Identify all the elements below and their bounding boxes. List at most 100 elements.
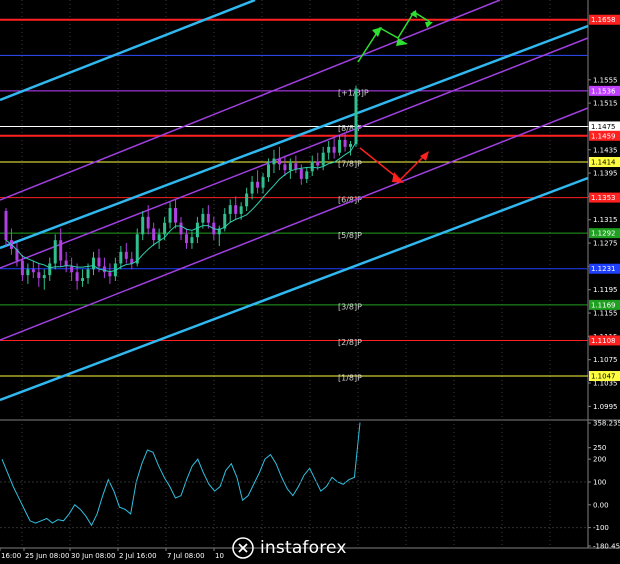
- candle-body: [157, 234, 161, 241]
- candle-body: [184, 234, 188, 244]
- price-box-label: 1.1231: [591, 265, 616, 273]
- candle-body: [283, 164, 287, 171]
- candle-body: [31, 269, 35, 273]
- murrey-level-label: [5/8]P: [338, 231, 362, 240]
- murrey-level-label: [7/8]P: [338, 160, 362, 169]
- watermark-text: instaforex: [260, 538, 347, 558]
- price-scale-label: 1.1075: [593, 356, 618, 364]
- price-scale-label: 1.0995: [593, 403, 618, 411]
- indicator-scale-label: -100: [593, 524, 609, 532]
- candle-body: [206, 213, 210, 223]
- candle-body: [288, 163, 292, 171]
- indicator-scale-label: 0.00: [593, 501, 609, 509]
- date-label: 25 Jun 08:00: [25, 552, 69, 560]
- candle-body: [86, 269, 90, 279]
- price-box-label: 1.1475: [591, 123, 616, 131]
- candle-body: [53, 240, 57, 264]
- candle-body: [201, 213, 205, 223]
- indicator-scale-label: -180.4529: [593, 543, 620, 551]
- murrey-level-label: [+1/8]P: [338, 89, 369, 98]
- candle-body: [338, 139, 342, 153]
- candle-body: [343, 139, 347, 147]
- price-box-label: 1.1047: [591, 373, 616, 381]
- murrey-level-label: [6/8]P: [338, 195, 362, 204]
- candle-body: [267, 164, 270, 178]
- candle-body: [81, 278, 85, 281]
- candle-body: [190, 237, 194, 244]
- price-scale-label: 1.1395: [593, 170, 618, 178]
- date-label: 10: [215, 552, 224, 560]
- date-label: 30 Jun 08:00: [71, 552, 115, 560]
- candle-body: [108, 272, 112, 277]
- indicator-scale-label: 200: [593, 456, 606, 464]
- candle-body: [42, 275, 46, 279]
- candle-body: [239, 206, 243, 214]
- candle-body: [37, 272, 41, 279]
- candle-body: [70, 266, 74, 273]
- candle-body: [92, 257, 95, 270]
- instaforex-logo-icon: [232, 537, 254, 559]
- candle-body: [310, 161, 314, 172]
- candle-body: [250, 181, 254, 194]
- candle-body: [245, 193, 249, 207]
- candle-body: [299, 169, 303, 179]
- candle-body: [195, 222, 199, 238]
- candle-body: [59, 240, 63, 261]
- murrey-level-label: [2/8]P: [338, 338, 362, 347]
- candle-body: [141, 216, 145, 235]
- price-scale-label: 1.1195: [593, 286, 618, 294]
- candle-body: [321, 152, 325, 166]
- price-box-label: 1.1414: [591, 159, 616, 167]
- date-label: 7 Jul 08:00: [167, 552, 205, 560]
- price-scale-label: 1.1155: [593, 310, 618, 318]
- candle-body: [102, 266, 106, 273]
- price-box-label: 1.1353: [591, 194, 616, 202]
- candle-body: [261, 177, 265, 188]
- candle-body: [305, 171, 309, 179]
- candle-body: [75, 272, 79, 281]
- candle-body: [349, 143, 353, 147]
- price-scale-label: 1.1435: [593, 146, 618, 154]
- candle-body: [272, 158, 276, 165]
- price-scale-label: 1.1515: [593, 100, 618, 108]
- candle-body: [163, 222, 167, 235]
- indicator-scale-label: 250: [593, 444, 606, 452]
- candle-body: [168, 208, 172, 223]
- candle-body: [26, 269, 30, 276]
- price-box-label: 1.1169: [591, 301, 616, 309]
- candle-body: [256, 181, 260, 188]
- candle-body: [97, 257, 101, 267]
- price-box-label: 1.1108: [591, 337, 616, 345]
- price-box-label: 1.1658: [591, 16, 616, 24]
- candle-body: [327, 146, 331, 153]
- candle-body: [119, 251, 123, 264]
- price-scale-label: 1.1275: [593, 240, 618, 248]
- candle-body: [152, 228, 156, 241]
- price-scale-label: 1.1315: [593, 216, 618, 224]
- price-box-label: 1.1536: [591, 87, 616, 95]
- candle-body: [228, 205, 232, 214]
- murrey-level-label: [1/8]P: [338, 374, 362, 383]
- candle-body: [48, 263, 52, 276]
- candle-body: [234, 205, 238, 214]
- price-box-label: 1.1292: [591, 230, 616, 238]
- candle-body: [4, 211, 8, 241]
- candle-body: [124, 251, 128, 259]
- candle-body: [354, 88, 358, 144]
- chart-root: [+1/8]P [8/8]P [7/8]P [6/8]P [5/8]P [3/8]P [2/…: [0, 0, 620, 564]
- date-label: 16:00: [1, 552, 21, 560]
- indicator-scale-label: 100: [593, 478, 606, 486]
- candle-body: [174, 208, 178, 223]
- date-label: 2 Jul 16:00: [119, 552, 157, 560]
- murrey-level-label: [3/8]P: [338, 303, 362, 312]
- price-scale-label: 1.1555: [593, 76, 618, 84]
- candle-body: [332, 146, 336, 153]
- candle-body: [20, 260, 24, 276]
- candle-body: [294, 163, 298, 170]
- price-chart: [+1/8]P[8/8]P[7/8]P[6/8]P[5/8]P[3/8]P[2/…: [0, 0, 620, 564]
- candle-body: [179, 222, 183, 235]
- indicator-scale-label: 358.2352: [593, 420, 620, 428]
- watermark-logo: instaforex: [232, 535, 402, 561]
- price-box-label: 1.1459: [591, 132, 616, 140]
- candle-body: [277, 158, 281, 165]
